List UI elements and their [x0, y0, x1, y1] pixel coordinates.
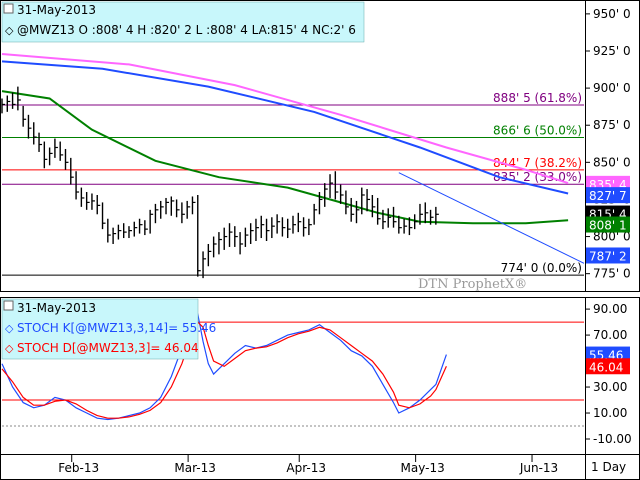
price-header: 31-May-2013 ◇ @MWZ13 O :808' 4 H :820' 2…: [1, 1, 365, 43]
diamond-icon: ◇: [5, 322, 14, 335]
price-panel-frame: [0, 0, 640, 292]
time-axis-label: Jun-13: [519, 461, 558, 475]
price-tag-label: 808' 1: [589, 219, 627, 233]
time-axis-label: May-13: [401, 461, 445, 475]
timeframe-label[interactable]: 1 Day: [591, 460, 626, 474]
price-tags: 835' 4827' 7815' 4808' 1787' 2: [586, 175, 630, 264]
time-axis-label: Feb-13: [58, 461, 99, 475]
stochastic-header-date: 31-May-2013: [17, 301, 96, 315]
stochastic-header: 31-May-2013 ◇ STOCH K[@MWZ13,3,14]= 55.4…: [1, 298, 216, 360]
diamond-icon: ◇: [5, 342, 14, 355]
fib-level-label: 844' 7 (38.2%): [493, 156, 582, 170]
diamond-icon: ◇: [5, 24, 14, 37]
stochastic-tick-label: -10.00: [593, 432, 632, 446]
price-header-quote: @MWZ13 O :808' 4 H :820' 2 L :808' 4 LA:…: [17, 23, 356, 37]
fib-level-label: 866' 6 (50.0%): [493, 123, 582, 137]
stoch-k-legend: STOCH K[@MWZ13,3,14]= 55.46: [17, 321, 216, 335]
price-header-date: 31-May-2013: [17, 3, 96, 17]
time-axis-label: Apr-13: [286, 461, 326, 475]
price-tick-label: 925' 0: [593, 44, 631, 58]
price-tick-label: 950' 0: [593, 7, 631, 21]
stochastic-tick-label: 90.00: [593, 302, 627, 316]
fib-level-label: 835' 2 (33.0%): [493, 170, 582, 184]
stochastic-tick-label: 10.00: [593, 406, 627, 420]
price-tick-label: 850' 0: [593, 155, 631, 169]
fib-level-label: 888' 5 (61.8%): [493, 91, 582, 105]
price-tick-label: 900' 0: [593, 81, 631, 95]
price-tag-label: 827' 7: [589, 189, 627, 203]
fib-level-label: 774' 0 (0.0%): [501, 261, 582, 275]
stochastic-tick-label: 70.00: [593, 328, 627, 342]
price-tick-label: 875' 0: [593, 118, 631, 132]
stoch-d-legend: STOCH D[@MWZ13,3]= 46.04: [17, 341, 199, 355]
time-axis-label: Mar-13: [174, 461, 215, 475]
commodity-chart: 888' 5 (61.8%) 866' 6 (50.0%) 844' 7 (38.2…: [0, 0, 640, 480]
price-tick-label: 775' 0: [593, 267, 631, 281]
stochastic-value-label: 46.04: [589, 360, 623, 374]
watermark: DTN ProphetX®: [418, 277, 527, 292]
stochastic-tick-label: 30.00: [593, 380, 627, 394]
stochastic-value-tags: 55.4646.04: [586, 346, 630, 375]
price-tag-label: 787' 2: [589, 249, 627, 263]
